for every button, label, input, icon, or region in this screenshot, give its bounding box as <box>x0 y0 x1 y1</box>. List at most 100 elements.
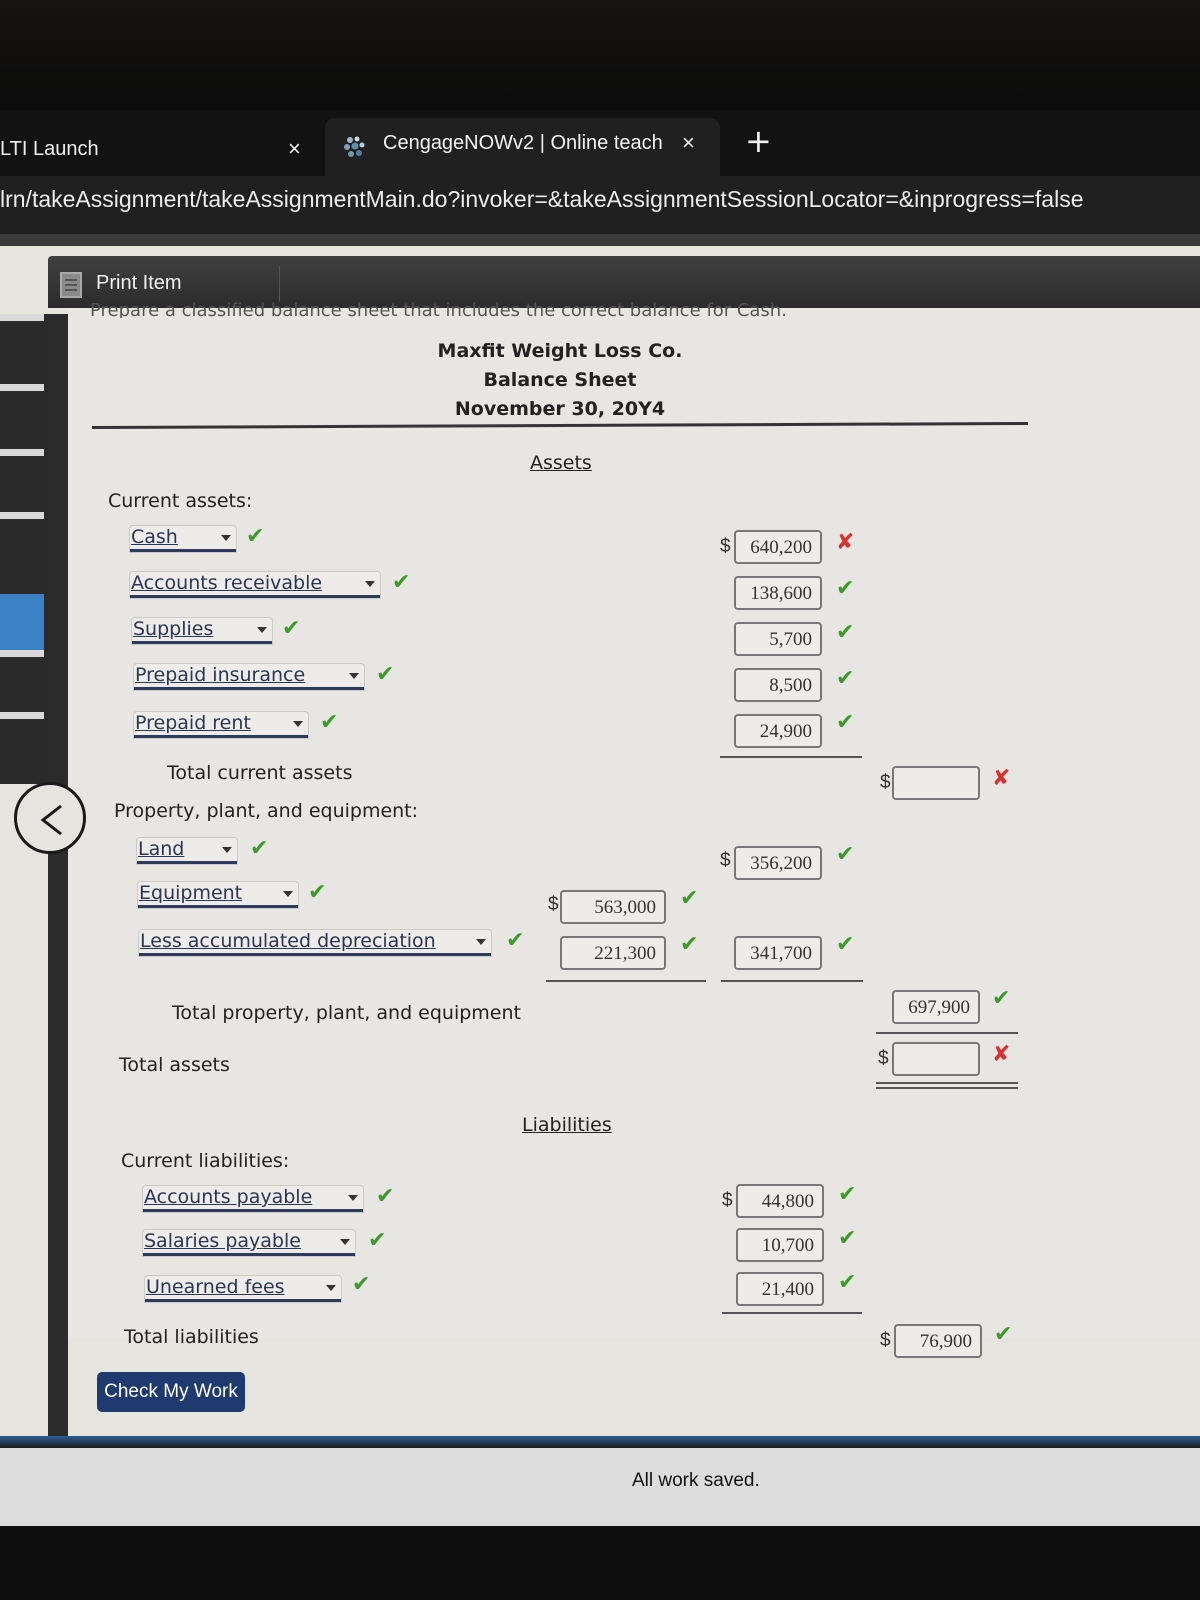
address-bar[interactable]: lrn/takeAssignment/takeAssignmentMain.do… <box>0 176 1200 234</box>
check-icon: ✔ <box>836 576 855 601</box>
account-select-accounts-receivable[interactable]: Accounts receivable <box>130 572 380 598</box>
check-icon: ✔ <box>250 836 269 861</box>
subtotal-rule <box>546 980 706 982</box>
statement-title: Balance Sheet <box>483 369 637 391</box>
account-select-cash[interactable]: Cash <box>130 526 236 552</box>
browser-separator <box>0 234 1200 246</box>
x-icon: ✘ <box>836 530 855 555</box>
ppe-label: Property, plant, and equipment: <box>114 800 419 822</box>
company-name: Maxfit Weight Loss Co. <box>437 340 683 362</box>
account-select-value: Cash <box>131 526 178 548</box>
tab-label: LTI Launch <box>0 138 99 160</box>
print-item-button[interactable]: Print Item <box>60 266 280 302</box>
check-icon: ✔ <box>838 1270 857 1295</box>
close-tab-icon[interactable]: × <box>288 136 301 162</box>
print-item-label: Print Item <box>96 272 182 294</box>
amount-input-salaries-payable[interactable]: 10,700 <box>736 1228 824 1262</box>
account-select-prepaid-rent[interactable]: Prepaid rent <box>134 712 308 738</box>
amount-input-accumulated-depreciation[interactable]: 221,300 <box>560 936 666 970</box>
total-ppe-input[interactable]: 697,900 <box>892 990 980 1024</box>
total-ppe-label: Total property, plant, and equipment <box>172 1002 521 1024</box>
current-assets-label: Current assets: <box>108 490 253 512</box>
check-icon: ✔ <box>838 1182 857 1207</box>
account-select-accumulated-depreciation[interactable]: Less accumulated depreciation <box>139 930 491 956</box>
amount-input-unearned-fees[interactable]: 21,400 <box>736 1272 824 1306</box>
account-select-accounts-payable[interactable]: Accounts payable <box>143 1186 363 1212</box>
dropdown-arrow-icon <box>257 627 267 633</box>
new-tab-plus-icon[interactable]: + <box>745 122 772 160</box>
total-liabilities-label: Total liabilities <box>124 1326 259 1348</box>
url-text[interactable]: lrn/takeAssignment/takeAssignmentMain.do… <box>0 186 1084 213</box>
amount-input-land[interactable]: 356,200 <box>734 846 822 880</box>
check-icon: ✔ <box>680 886 699 911</box>
check-icon: ✔ <box>392 570 411 595</box>
check-icon: ✔ <box>994 1322 1013 1347</box>
account-select-value: Salaries payable <box>144 1230 301 1252</box>
instructions-text: Prepare a classified balance sheet that … <box>90 300 787 318</box>
dollar-sign: $ <box>880 1330 891 1351</box>
close-tab-icon[interactable]: × <box>682 130 695 156</box>
check-icon: ✔ <box>836 666 855 691</box>
account-select-equipment[interactable]: Equipment <box>138 882 298 908</box>
amount-input-supplies[interactable]: 5,700 <box>734 622 822 656</box>
question-content <box>68 308 1200 1338</box>
amount-input-equipment-net[interactable]: 341,700 <box>734 936 822 970</box>
account-select-value: Supplies <box>133 618 214 640</box>
nav-divider <box>0 314 44 321</box>
dropdown-arrow-icon <box>340 1239 350 1245</box>
dropdown-arrow-icon <box>476 939 486 945</box>
dropdown-arrow-icon <box>221 535 231 541</box>
check-icon: ✔ <box>282 616 301 641</box>
check-icon: ✔ <box>836 932 855 957</box>
dollar-sign: $ <box>880 772 891 793</box>
status-bar: All work saved. <box>0 1448 1200 1526</box>
total-current-assets-input[interactable] <box>892 766 980 800</box>
check-icon: ✔ <box>368 1228 387 1253</box>
subtotal-rule <box>722 1312 862 1314</box>
amount-input-accounts-payable[interactable]: 44,800 <box>736 1184 824 1218</box>
amount-input-prepaid-rent[interactable]: 24,900 <box>734 714 822 748</box>
statement-date: November 30, 20Y4 <box>454 398 666 420</box>
dropdown-arrow-icon <box>222 847 232 853</box>
amount-input-accounts-receivable[interactable]: 138,600 <box>734 576 822 610</box>
check-icon: ✔ <box>992 986 1011 1011</box>
dropdown-arrow-icon <box>293 721 303 727</box>
total-assets-input[interactable] <box>892 1042 980 1076</box>
check-my-work-button[interactable]: Check My Work <box>97 1372 245 1412</box>
account-select-salaries-payable[interactable]: Salaries payable <box>143 1230 355 1256</box>
dropdown-arrow-icon <box>283 891 293 897</box>
account-select-prepaid-insurance[interactable]: Prepaid insurance <box>134 664 364 690</box>
dollar-sign: $ <box>548 894 559 915</box>
nav-divider <box>0 512 44 519</box>
monitor-bezel <box>0 0 1200 110</box>
dollar-sign: $ <box>878 1048 889 1069</box>
previous-button[interactable] <box>14 782 86 854</box>
total-liabilities-input[interactable]: 76,900 <box>894 1324 982 1358</box>
check-icon: ✔ <box>836 710 855 735</box>
amount-input-prepaid-insurance[interactable]: 8,500 <box>734 668 822 702</box>
amount-input-equipment[interactable]: 563,000 <box>560 890 666 924</box>
check-icon: ✔ <box>376 1184 395 1209</box>
dropdown-arrow-icon <box>349 673 359 679</box>
account-select-value: Equipment <box>139 882 243 904</box>
x-icon: ✘ <box>992 1042 1011 1067</box>
account-select-supplies[interactable]: Supplies <box>132 618 272 644</box>
check-icon: ✔ <box>376 662 395 687</box>
account-select-unearned-fees[interactable]: Unearned fees <box>145 1276 341 1302</box>
nav-divider <box>0 449 44 456</box>
amount-input-cash[interactable]: 640,200 <box>734 530 822 564</box>
account-select-land[interactable]: Land <box>137 838 237 864</box>
account-select-value: Accounts payable <box>144 1186 313 1208</box>
subtotal-rule <box>720 756 862 758</box>
dropdown-arrow-icon <box>348 1195 358 1201</box>
check-icon: ✔ <box>680 932 699 957</box>
tab-lti-launch[interactable]: LTI Launch × <box>0 134 310 170</box>
double-rule <box>876 1087 1018 1089</box>
subtotal-rule <box>876 1032 1018 1034</box>
nav-item-active[interactable] <box>0 594 44 650</box>
tab-cengagenow[interactable]: CengageNOWv2 | Online teach × <box>325 118 720 176</box>
liabilities-heading: Liabilities <box>522 1114 612 1136</box>
check-icon: ✔ <box>308 880 327 905</box>
save-status-text: All work saved. <box>632 1470 760 1491</box>
account-select-value: Land <box>138 838 185 860</box>
